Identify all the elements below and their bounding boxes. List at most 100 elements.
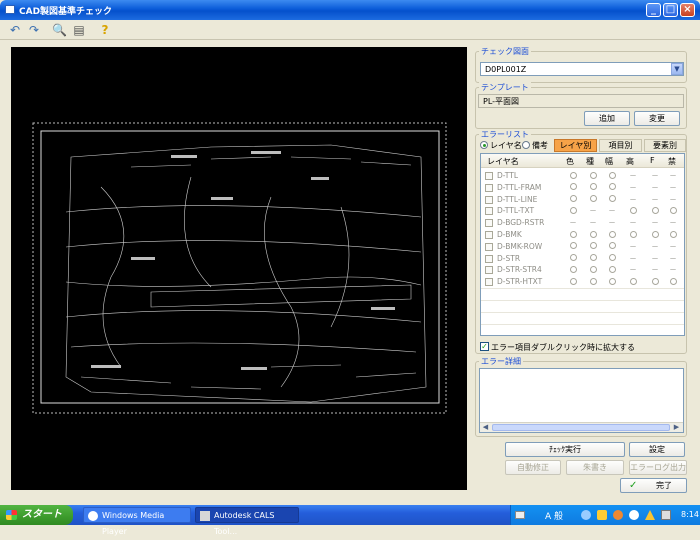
auto-fix-button[interactable]: 自動修正 [505, 460, 561, 475]
circle-icon [589, 183, 597, 191]
row-cell: － [569, 218, 577, 228]
change-button[interactable]: 変更 [634, 111, 680, 126]
row-cell: － [608, 218, 616, 228]
run-check-button[interactable]: ﾁｪｯｸ実行 [505, 442, 625, 457]
red-write-button[interactable]: 朱書き [566, 460, 624, 475]
ime-indicator[interactable]: A 般 [545, 509, 563, 522]
row-checkbox[interactable] [485, 266, 493, 275]
add-button[interactable]: 追加 [584, 111, 630, 126]
drawing-canvas[interactable] [11, 47, 467, 490]
system-tray: A 般 8:14 [510, 505, 700, 525]
circle-icon [569, 254, 577, 262]
row-cell [565, 229, 581, 238]
chevron-down-icon[interactable]: ▼ [671, 63, 683, 75]
row-checkbox[interactable] [485, 254, 493, 263]
row-checkbox[interactable] [485, 195, 493, 204]
tab-element[interactable]: 要素別 [644, 139, 686, 152]
maximize-button[interactable]: □ [663, 3, 678, 17]
circle-icon [669, 206, 677, 214]
warning-icon[interactable] [645, 510, 655, 520]
scroll-thumb[interactable] [492, 424, 670, 431]
circle-icon [589, 230, 597, 238]
row-cell: － [589, 218, 597, 228]
tab-item[interactable]: 項目別 [599, 139, 642, 152]
security-icon[interactable] [613, 510, 623, 520]
col-font: F [650, 156, 655, 165]
row-cell [665, 205, 681, 214]
scroll-right-icon[interactable]: ▶ [672, 423, 681, 432]
table-row[interactable]: D-STR-HTXT [481, 276, 684, 288]
row-cell: － [669, 265, 677, 275]
error-log-button[interactable]: エラーログ出力 [629, 460, 687, 475]
table-row[interactable]: D-STR － － － [481, 253, 684, 265]
horizontal-scrollbar[interactable]: ◀ ▶ [480, 422, 683, 432]
circle-icon [569, 277, 577, 285]
row-cell: － [651, 182, 659, 192]
circle-icon [669, 230, 677, 238]
table-row[interactable]: D-BGD-RSTR － － － － － － [481, 217, 684, 229]
folder-icon[interactable] [597, 510, 607, 520]
check-drawing-select[interactable]: D0PL001Z [480, 62, 684, 76]
search-icon[interactable]: 🔍 [52, 23, 67, 37]
row-cell [565, 194, 581, 203]
table-row[interactable]: D-BMK-ROW － － － [481, 241, 684, 253]
settings-button[interactable]: 設定 [629, 442, 685, 457]
done-button[interactable]: ✓ 完了 [620, 478, 687, 493]
row-checkbox[interactable] [485, 242, 493, 251]
start-button[interactable]: スタート [0, 505, 73, 525]
radio-note[interactable] [522, 141, 530, 149]
close-button[interactable]: × [680, 3, 695, 17]
check-icon: ✓ [629, 480, 638, 491]
scroll-left-icon[interactable]: ◀ [481, 423, 490, 432]
row-cell: － [669, 194, 677, 204]
help-tray-icon[interactable] [629, 510, 639, 520]
circle-icon [569, 206, 577, 214]
zoom-checkbox[interactable]: ✓ [480, 342, 489, 351]
task-cals-tool[interactable]: Autodesk CALS Tool... [195, 507, 299, 536]
clock: 8:14 [681, 510, 699, 519]
table-empty-rows [481, 288, 684, 335]
row-checkbox[interactable] [485, 219, 493, 228]
row-checkbox[interactable] [485, 231, 493, 239]
row-cell: － [669, 241, 677, 251]
row-cell [604, 253, 620, 262]
row-checkbox[interactable] [485, 183, 493, 192]
document-icon[interactable]: ▤ [72, 23, 86, 37]
row-checkbox[interactable] [485, 172, 493, 180]
table-row[interactable]: D-TTL-FRAM － － － [481, 182, 684, 194]
circle-icon [608, 171, 616, 179]
row-cell: － [629, 194, 637, 204]
row-layer-name: D-TTL-FRAM [497, 182, 542, 192]
keyboard-icon[interactable] [515, 511, 525, 519]
minimize-button[interactable]: _ [646, 3, 661, 17]
tab-layer[interactable]: レイヤ別 [554, 139, 597, 152]
undo-icon[interactable]: ↶ [8, 23, 22, 37]
row-cell: － [651, 218, 659, 228]
table-row[interactable]: D-BMK [481, 229, 684, 241]
row-cell [647, 205, 663, 214]
row-cell [604, 182, 620, 191]
row-cell: － [629, 241, 637, 251]
redo-icon[interactable]: ↷ [27, 23, 41, 37]
row-cell [585, 182, 601, 191]
table-row[interactable]: D-TTL-TXT － － [481, 205, 684, 217]
table-row[interactable]: D-STR-STR4 － － － [481, 264, 684, 276]
row-checkbox[interactable] [485, 278, 493, 287]
circle-icon [569, 195, 577, 203]
circle-icon [651, 206, 659, 214]
table-row[interactable]: D-TTL － － － [481, 170, 684, 182]
row-cell [647, 229, 663, 238]
network-icon[interactable] [581, 510, 591, 520]
help-icon[interactable]: ? [98, 23, 112, 37]
display-icon[interactable] [661, 510, 671, 520]
table-row[interactable]: D-TTL-LINE － － － [481, 194, 684, 206]
row-cell [585, 276, 601, 285]
error-detail-box[interactable]: ◀ ▶ [479, 368, 684, 433]
row-cell: － [629, 218, 637, 228]
circle-icon [569, 183, 577, 191]
task-media-player[interactable]: Windows Media Player [83, 507, 191, 536]
row-cell [585, 229, 601, 238]
zoom-checkbox-label: エラー項目ダブルクリック時に拡大する [491, 343, 635, 352]
radio-layer[interactable] [480, 141, 488, 149]
row-checkbox[interactable] [485, 207, 493, 216]
